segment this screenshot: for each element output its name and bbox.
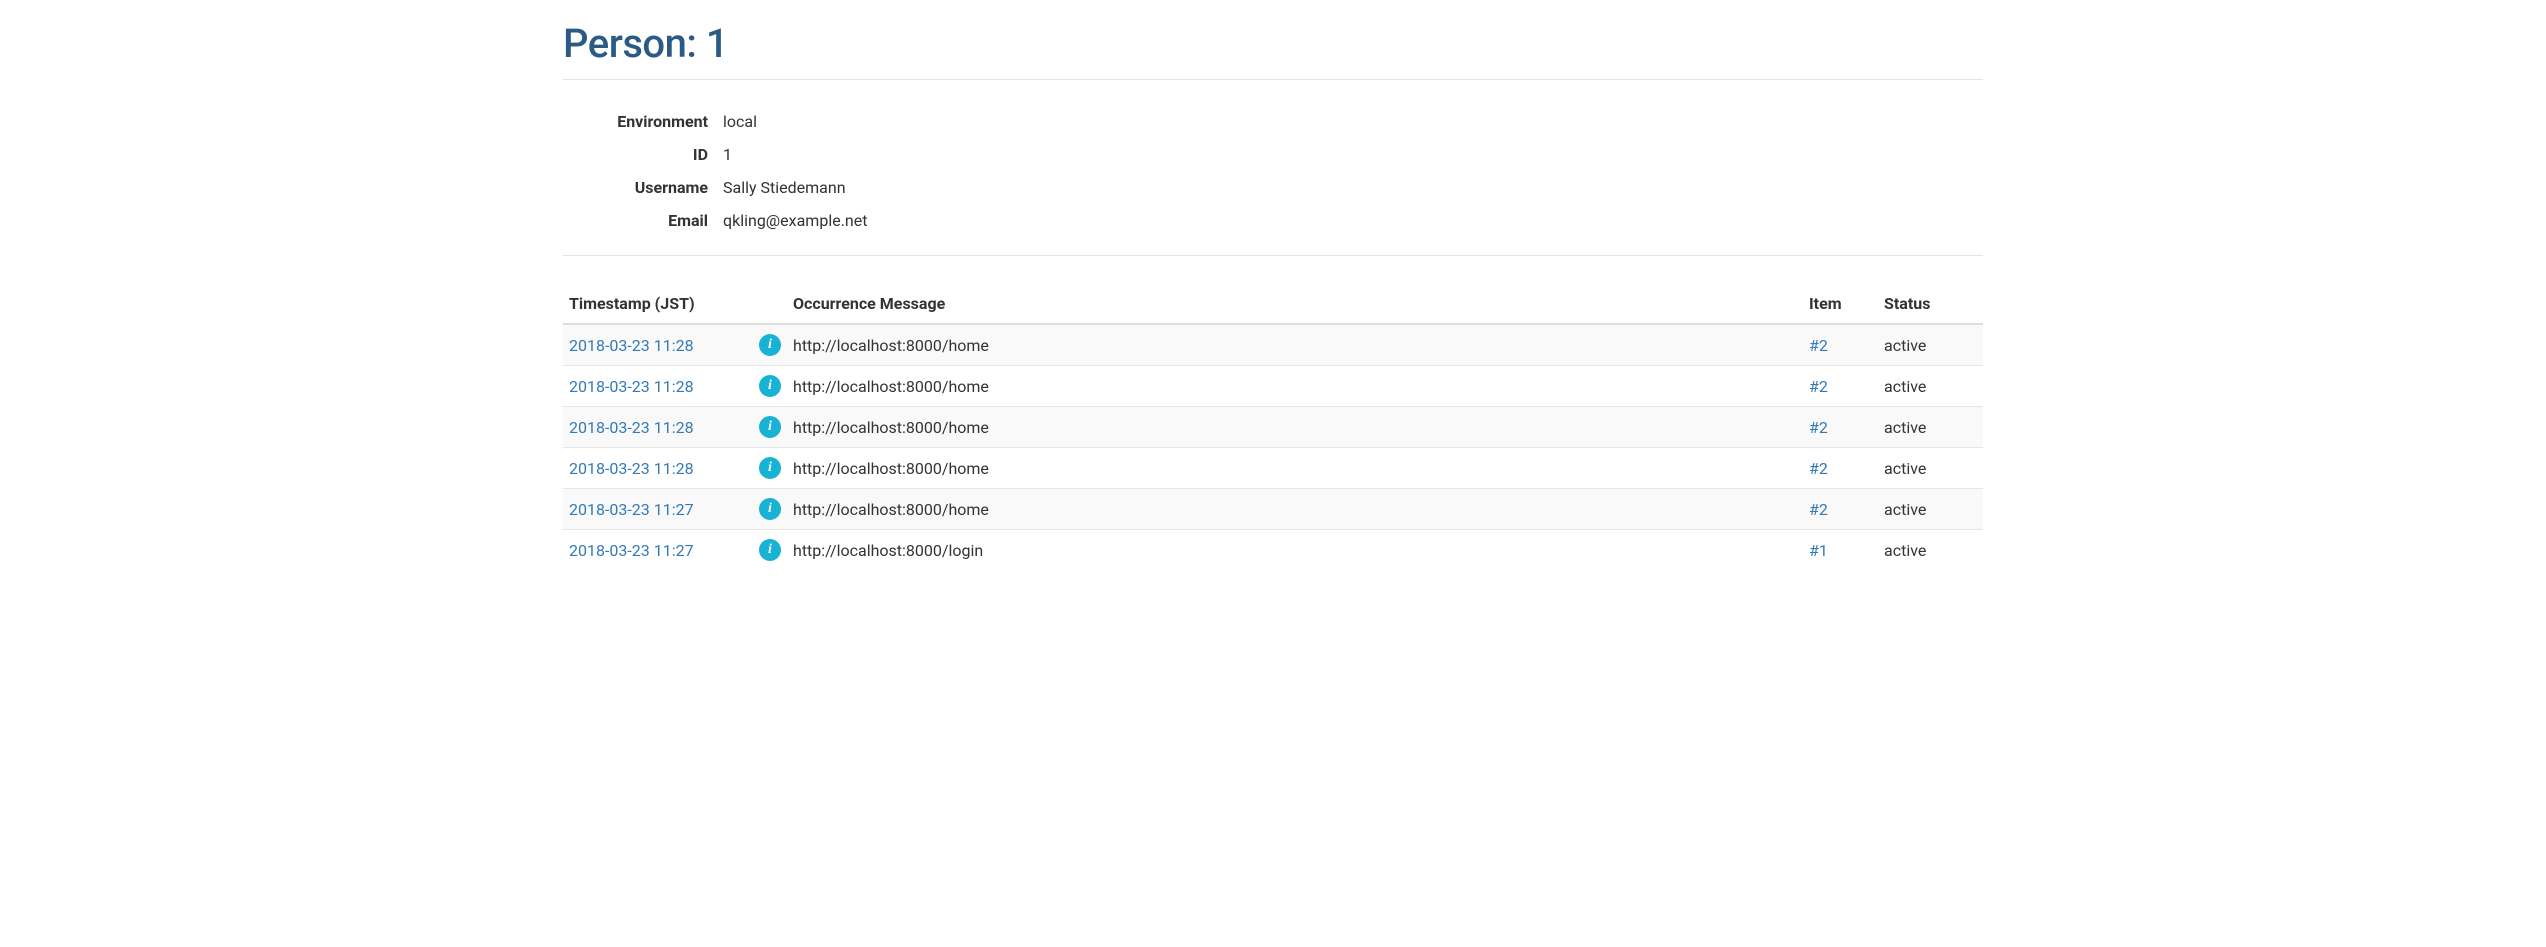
info-icon: i [759,457,781,479]
header-message: Occurrence Message [787,284,1803,324]
status-cell: active [1878,530,1983,571]
timestamp-link[interactable]: 2018-03-23 11:28 [569,336,694,355]
detail-label-username: Username [563,178,723,197]
detail-value-id: 1 [723,145,732,164]
item-link[interactable]: #1 [1809,541,1828,560]
info-icon: i [759,334,781,356]
table-row: 2018-03-23 11:27 i http://localhost:8000/h… [563,489,1983,530]
status-cell: active [1878,489,1983,530]
page-title: Person: 1 [563,20,1983,80]
status-cell: active [1878,366,1983,407]
header-status: Status [1878,284,1983,324]
timestamp-link[interactable]: 2018-03-23 11:28 [569,418,694,437]
item-link[interactable]: #2 [1809,377,1828,396]
table-row: 2018-03-23 11:28 i http://localhost:8000/h… [563,366,1983,407]
table-row: 2018-03-23 11:28 i http://localhost:8000/h… [563,324,1983,366]
occurrence-message: http://localhost:8000/home [787,366,1803,407]
item-link[interactable]: #2 [1809,500,1828,519]
occurrence-message: http://localhost:8000/home [787,448,1803,489]
timestamp-link[interactable]: 2018-03-23 11:28 [569,377,694,396]
person-details: Environment local ID 1 Username Sally St… [563,105,1983,237]
detail-row-username: Username Sally Stiedemann [563,171,1983,204]
timestamp-link[interactable]: 2018-03-23 11:27 [569,541,694,560]
occurrence-table: Timestamp (JST) Occurrence Message Item … [563,284,1983,570]
header-timestamp: Timestamp (JST) [563,284,753,324]
occurrence-message: http://localhost:8000/login [787,530,1803,571]
occurrence-message: http://localhost:8000/home [787,489,1803,530]
table-header-row: Timestamp (JST) Occurrence Message Item … [563,284,1983,324]
table-row: 2018-03-23 11:28 i http://localhost:8000/h… [563,448,1983,489]
header-icon [753,284,787,324]
section-divider [563,255,1983,256]
page-container: Person: 1 Environment local ID 1 Usernam… [548,0,1998,610]
table-row: 2018-03-23 11:27 i http://localhost:8000/l… [563,530,1983,571]
detail-row-email: Email qkling@example.net [563,204,1983,237]
detail-value-environment: local [723,112,757,131]
info-icon: i [759,416,781,438]
detail-label-id: ID [563,145,723,164]
timestamp-link[interactable]: 2018-03-23 11:27 [569,500,694,519]
header-item: Item [1803,284,1878,324]
detail-value-email: qkling@example.net [723,211,867,230]
occurrence-message: http://localhost:8000/home [787,407,1803,448]
occurrence-message: http://localhost:8000/home [787,324,1803,366]
table-row: 2018-03-23 11:28 i http://localhost:8000/h… [563,407,1983,448]
detail-row-id: ID 1 [563,138,1983,171]
item-link[interactable]: #2 [1809,459,1828,478]
info-icon: i [759,498,781,520]
info-icon: i [759,539,781,561]
status-cell: active [1878,448,1983,489]
timestamp-link[interactable]: 2018-03-23 11:28 [569,459,694,478]
detail-label-email: Email [563,211,723,230]
detail-row-environment: Environment local [563,105,1983,138]
detail-value-username: Sally Stiedemann [723,178,846,197]
info-icon: i [759,375,781,397]
status-cell: active [1878,407,1983,448]
item-link[interactable]: #2 [1809,336,1828,355]
item-link[interactable]: #2 [1809,418,1828,437]
detail-label-environment: Environment [563,112,723,131]
status-cell: active [1878,324,1983,366]
